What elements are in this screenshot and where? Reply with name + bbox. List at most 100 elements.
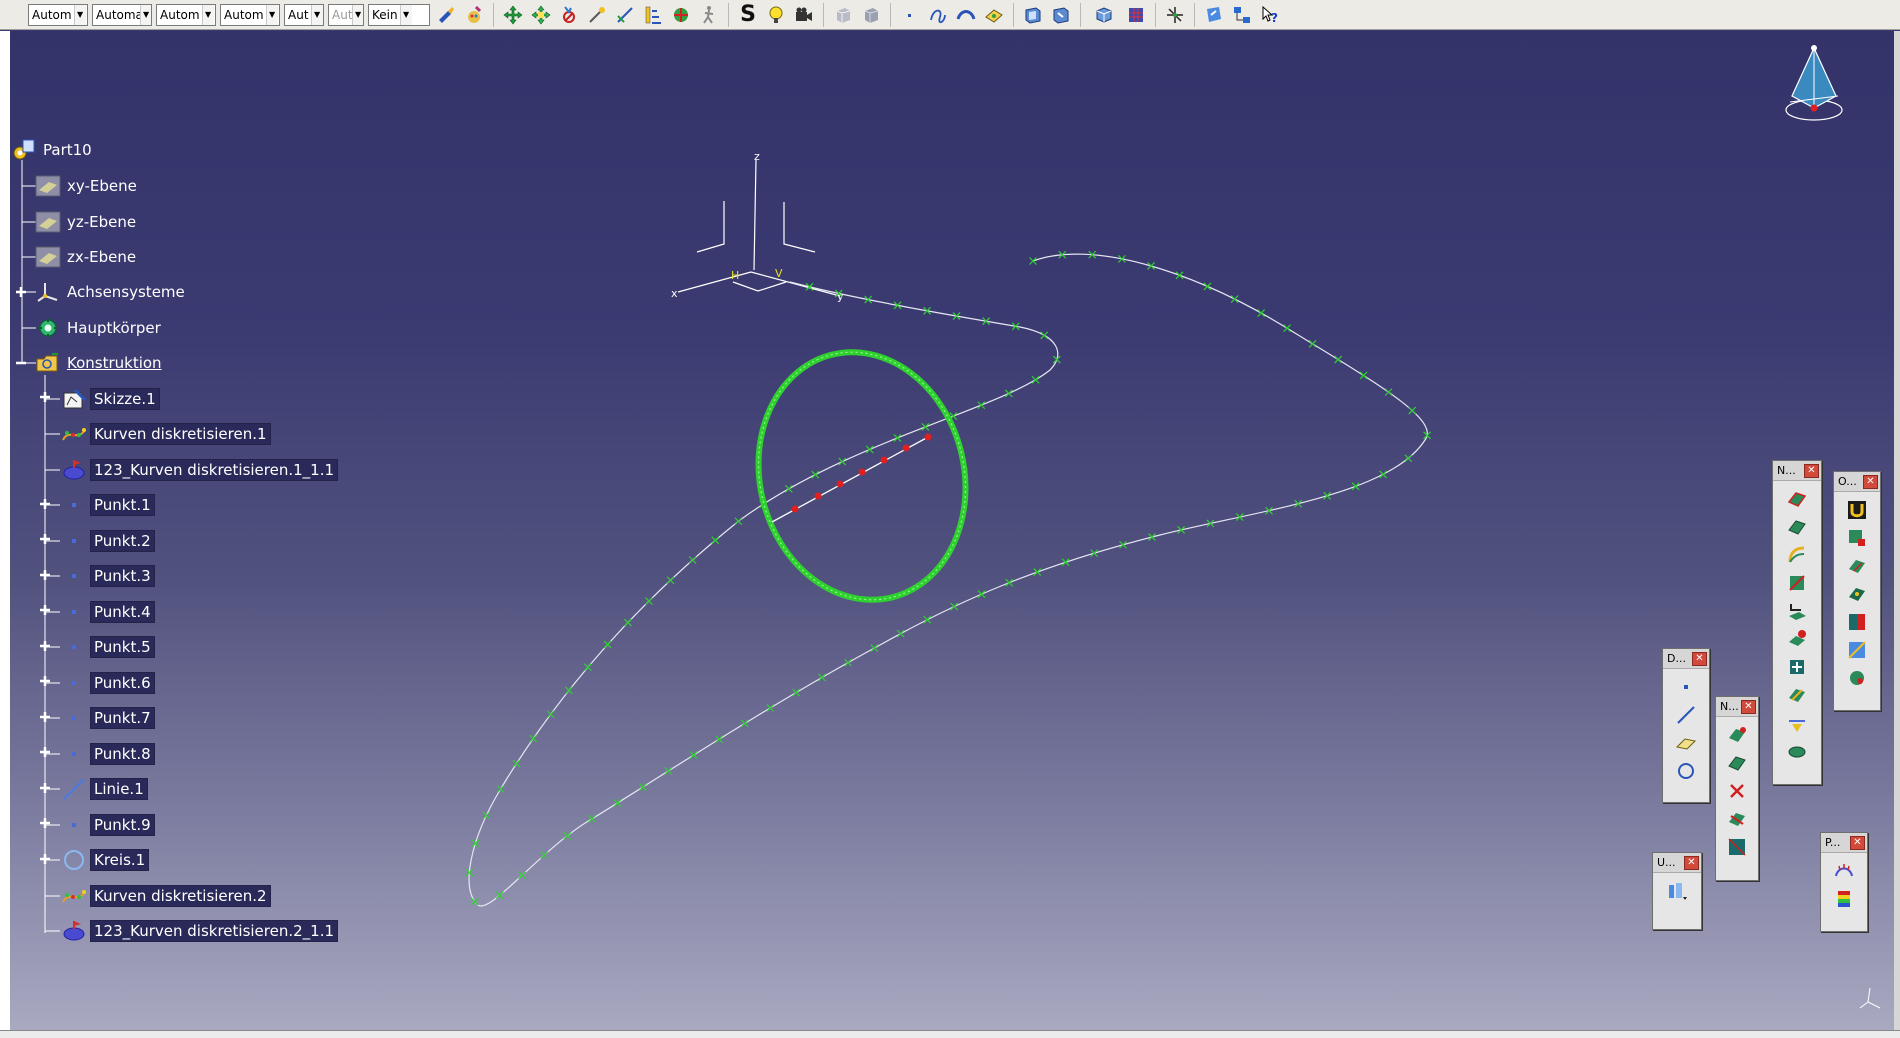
hide-show-button[interactable] bbox=[557, 3, 581, 27]
expand-plus-icon[interactable] bbox=[38, 852, 52, 866]
expand-plus-icon[interactable] bbox=[38, 674, 52, 688]
tree-node-line1[interactable]: Linie.1 bbox=[60, 777, 148, 801]
surface-box-button[interactable] bbox=[1724, 835, 1750, 859]
tree-node-point1[interactable]: Punkt.1 bbox=[60, 493, 155, 517]
tree-node-point2[interactable]: Punkt.2 bbox=[60, 529, 155, 553]
line-tool-button[interactable] bbox=[1673, 703, 1699, 727]
trim-button[interactable] bbox=[1784, 711, 1810, 735]
graphic-property-combo-2[interactable]: Automa ▼ bbox=[92, 3, 152, 26]
surface-point-button[interactable] bbox=[1724, 723, 1750, 747]
floating-toolbar-p[interactable]: P... ✕ bbox=[1820, 832, 1868, 932]
expand-plus-icon[interactable] bbox=[38, 568, 52, 582]
plane-tool-button[interactable] bbox=[1673, 731, 1699, 755]
expand-plus-icon[interactable] bbox=[14, 285, 28, 299]
properties-painter-button[interactable] bbox=[462, 3, 486, 27]
compass-tool-button[interactable] bbox=[1163, 3, 1187, 27]
tree-node-point8[interactable]: Punkt.8 bbox=[60, 742, 155, 766]
tree-node-axis-systems[interactable]: Achsensysteme bbox=[34, 280, 188, 304]
line-tool-button[interactable] bbox=[613, 3, 637, 27]
pan-button[interactable] bbox=[501, 3, 525, 27]
surface-fill-button[interactable] bbox=[1724, 751, 1750, 775]
graphic-property-combo-1[interactable]: Autom ▼ bbox=[28, 3, 88, 26]
surface-split-button[interactable] bbox=[1844, 610, 1870, 634]
tree-node-main-body[interactable]: Hauptkörper bbox=[34, 316, 164, 340]
utility-dropdown-button[interactable] bbox=[1664, 879, 1690, 903]
tree-node-discretize2[interactable]: Kurven diskretisieren.2 bbox=[60, 884, 271, 908]
expand-plus-icon[interactable] bbox=[38, 781, 52, 795]
tree-node-point4[interactable]: Punkt.4 bbox=[60, 600, 155, 624]
grid-button[interactable] bbox=[1124, 3, 1148, 27]
point-tool-button[interactable] bbox=[1673, 675, 1699, 699]
tree-node-circle1[interactable]: Kreis.1 bbox=[60, 848, 150, 872]
graphic-property-combo-6[interactable]: Aut ▼ bbox=[328, 3, 364, 26]
light-button[interactable] bbox=[764, 3, 788, 27]
tree-node-discretize1-result[interactable]: 123_Kurven diskretisieren.1_1.1 bbox=[60, 458, 339, 482]
circle-tool-button[interactable] bbox=[1673, 759, 1699, 783]
extract-button[interactable] bbox=[982, 3, 1006, 27]
tree-node-root[interactable]: Part10 bbox=[10, 138, 95, 162]
3d-viewport[interactable] bbox=[10, 31, 1900, 1031]
magnet-button[interactable] bbox=[1844, 498, 1870, 522]
surface-deform-button[interactable] bbox=[1844, 582, 1870, 606]
analysis-porcupine-button[interactable] bbox=[1831, 859, 1857, 883]
tree-node-xy-plane[interactable]: xy-Ebene bbox=[34, 174, 140, 198]
view-cube-shaded-button[interactable] bbox=[859, 3, 883, 27]
close-icon[interactable]: ✕ bbox=[1863, 474, 1878, 489]
blend-button[interactable] bbox=[1784, 571, 1810, 595]
render-style-dropdown[interactable] bbox=[1088, 3, 1120, 27]
close-icon[interactable]: ✕ bbox=[1741, 699, 1756, 714]
surface-blue-button[interactable] bbox=[1844, 638, 1870, 662]
close-icon[interactable]: ✕ bbox=[1684, 855, 1699, 870]
close-icon[interactable]: ✕ bbox=[1804, 463, 1819, 478]
expand-plus-icon[interactable] bbox=[38, 603, 52, 617]
format-painter-button[interactable] bbox=[434, 3, 458, 27]
measure-button[interactable] bbox=[585, 3, 609, 27]
tree-node-point6[interactable]: Punkt.6 bbox=[60, 671, 155, 695]
analysis-button[interactable] bbox=[669, 3, 693, 27]
tree-button[interactable] bbox=[1230, 3, 1254, 27]
tree-node-point3[interactable]: Punkt.3 bbox=[60, 564, 155, 588]
tree-node-point7[interactable]: Punkt.7 bbox=[60, 706, 155, 730]
close-icon[interactable]: ✕ bbox=[1850, 835, 1865, 850]
delete-button[interactable] bbox=[1724, 779, 1750, 803]
expand-plus-icon[interactable] bbox=[38, 390, 52, 404]
extrapolate-button[interactable] bbox=[1784, 627, 1810, 651]
tree-node-discretize2-result[interactable]: 123_Kurven diskretisieren.2_1.1 bbox=[60, 919, 339, 943]
tree-node-zx-plane[interactable]: zx-Ebene bbox=[34, 245, 139, 269]
fill-surface-button[interactable] bbox=[1784, 515, 1810, 539]
surface-green-button[interactable] bbox=[1844, 554, 1870, 578]
floating-toolbar-n2[interactable]: N... ✕ bbox=[1715, 696, 1759, 881]
expand-plus-icon[interactable] bbox=[38, 745, 52, 759]
surface-red-button[interactable] bbox=[1844, 526, 1870, 550]
join-button[interactable] bbox=[1784, 655, 1810, 679]
expand-plus-icon[interactable] bbox=[38, 816, 52, 830]
expand-plus-icon[interactable] bbox=[38, 710, 52, 724]
sweep-button[interactable] bbox=[1784, 543, 1810, 567]
ruler-button[interactable] bbox=[641, 3, 665, 27]
quick-view-button[interactable] bbox=[1049, 3, 1073, 27]
surface-offset-button[interactable] bbox=[1784, 599, 1810, 623]
tree-node-sketch1[interactable]: Skizze.1 bbox=[60, 387, 160, 411]
expand-plus-icon[interactable] bbox=[38, 639, 52, 653]
graphic-property-combo-4[interactable]: Autom ▼ bbox=[220, 3, 280, 26]
camera-button[interactable] bbox=[792, 3, 816, 27]
color-analysis-button[interactable] bbox=[1831, 887, 1857, 911]
swap-visible-space-button[interactable]: S bbox=[736, 2, 760, 27]
tree-node-point9[interactable]: Punkt.9 bbox=[60, 813, 155, 837]
fit-all-button[interactable] bbox=[529, 3, 553, 27]
close-icon[interactable]: ✕ bbox=[1692, 651, 1707, 666]
floating-toolbar-n1[interactable]: N... ✕ bbox=[1772, 460, 1822, 785]
tree-node-yz-plane[interactable]: yz-Ebene bbox=[34, 210, 139, 234]
floating-toolbar-o[interactable]: O... ✕ bbox=[1833, 471, 1881, 711]
tree-node-discretize1[interactable]: Kurven diskretisieren.1 bbox=[60, 422, 271, 446]
graphic-property-combo-5[interactable]: Aut ▼ bbox=[284, 3, 324, 26]
publish-button[interactable] bbox=[1202, 3, 1226, 27]
floating-toolbar-d[interactable]: D... ✕ bbox=[1662, 648, 1710, 803]
split-button[interactable] bbox=[1784, 683, 1810, 707]
surface-analysis-button[interactable] bbox=[1784, 487, 1810, 511]
view-cube-button[interactable] bbox=[831, 3, 855, 27]
normal-view-button[interactable] bbox=[1021, 3, 1045, 27]
expand-plus-icon[interactable] bbox=[38, 532, 52, 546]
layer-combo[interactable]: Kein ▼ bbox=[368, 3, 430, 26]
surface-cut-button[interactable] bbox=[1724, 807, 1750, 831]
